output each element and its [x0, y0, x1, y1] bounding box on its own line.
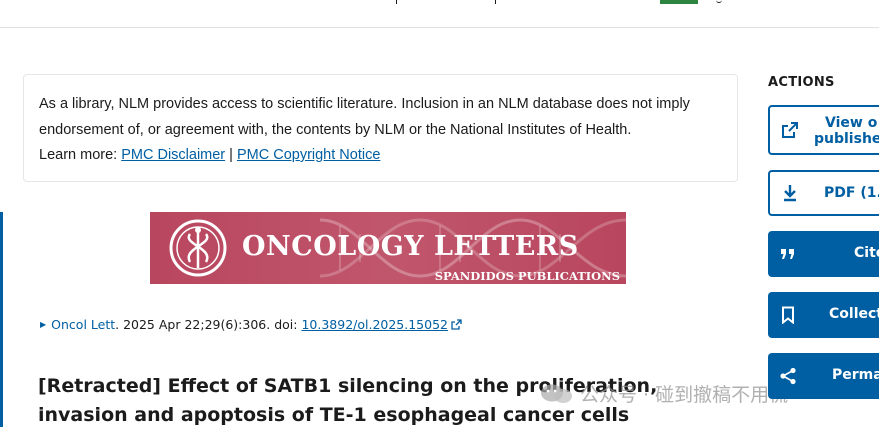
citation-details: . 2025 Apr 22;29(6):306. doi: [115, 317, 302, 332]
pdf-download-button[interactable]: PDF (1.2 [768, 170, 879, 216]
external-link-icon[interactable] [451, 319, 462, 330]
pmc-copyright-link[interactable]: PMC Copyright Notice [237, 147, 380, 163]
actions-heading: ACTIONS [768, 75, 835, 90]
learn-more-label: Learn more: [39, 147, 122, 163]
collections-button[interactable]: Collect [768, 292, 879, 338]
view-on-publisher-line2: publisher [814, 131, 879, 147]
header-divider [495, 0, 496, 4]
view-on-publisher-button[interactable]: View o publisher [768, 105, 879, 155]
collapse-triangle-icon[interactable]: ▶ [40, 320, 46, 329]
wechat-watermark: 公众号 · 碰到撤稿不用慌 [540, 380, 788, 407]
view-on-publisher-line1: View o [825, 115, 878, 131]
watermark-text: 公众号 · 碰到撤稿不用慌 [580, 384, 789, 406]
link-separator: | [225, 147, 237, 163]
header-green-button[interactable] [660, 0, 698, 4]
disclaimer-body: As a library, NLM provides access to sci… [39, 96, 690, 138]
journal-banner-publisher: SPANDIDOS PUBLICATIONS [434, 269, 620, 283]
bookmark-icon [778, 305, 798, 325]
journal-banner-title: ONCOLOGY LETTERS [242, 231, 579, 262]
external-link-icon [780, 120, 800, 140]
journal-banner[interactable]: ONCOLOGY LETTERS SPANDIDOS PUBLICATIONS [150, 212, 626, 284]
disclaimer-text: As a library, NLM provides access to sci… [39, 92, 722, 169]
header-divider [396, 0, 397, 4]
share-icon [778, 366, 798, 386]
article-left-rule [0, 212, 3, 427]
header-menu-icon[interactable] [716, 0, 722, 3]
pmc-disclaimer-link[interactable]: PMC Disclaimer [121, 147, 225, 163]
collections-label: Collect [829, 306, 879, 322]
journal-name-link[interactable]: Oncol Lett [51, 317, 115, 332]
doi-link[interactable]: 10.3892/ol.2025.15052 [301, 317, 448, 332]
permalink-label: Perma [832, 367, 879, 383]
site-header [0, 0, 879, 28]
cite-button[interactable]: Cite [768, 231, 879, 277]
permalink-button[interactable]: Perma [768, 353, 879, 399]
wechat-icon [541, 384, 572, 403]
download-icon [780, 183, 800, 203]
pdf-download-label: PDF (1.2 [824, 185, 879, 201]
citation-line: ▶ Oncol Lett. 2025 Apr 22;29(6):306. doi:… [40, 317, 462, 332]
quote-icon [778, 244, 798, 264]
view-on-publisher-label: View o publisher [814, 115, 879, 147]
cite-label: Cite [854, 245, 879, 261]
nlm-disclaimer-box: As a library, NLM provides access to sci… [23, 74, 738, 182]
journal-logo-icon [169, 219, 227, 277]
